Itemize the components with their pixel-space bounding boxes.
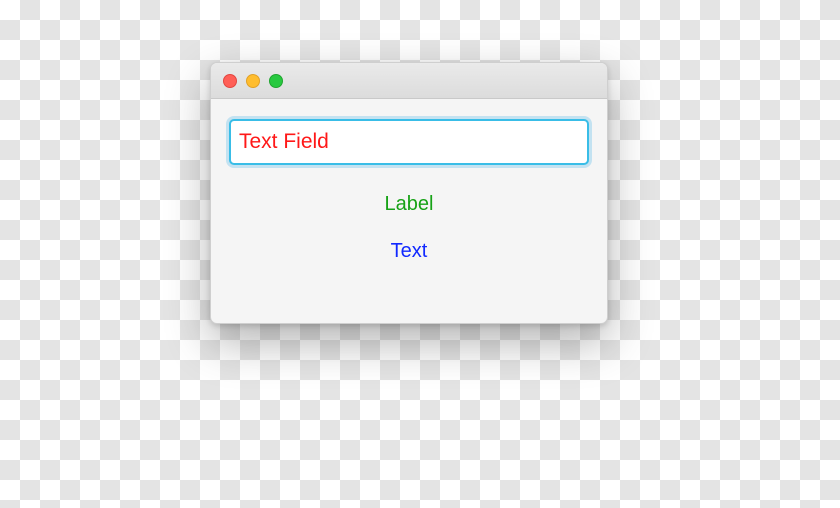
- window-content: Label Text: [211, 99, 607, 273]
- zoom-icon[interactable]: [269, 74, 283, 88]
- close-icon[interactable]: [223, 74, 237, 88]
- titlebar: [211, 63, 607, 99]
- app-window: Label Text: [210, 62, 608, 324]
- text-static: Text: [391, 240, 428, 263]
- label-text: Label: [385, 193, 434, 216]
- text-field[interactable]: [229, 119, 589, 165]
- minimize-icon[interactable]: [246, 74, 260, 88]
